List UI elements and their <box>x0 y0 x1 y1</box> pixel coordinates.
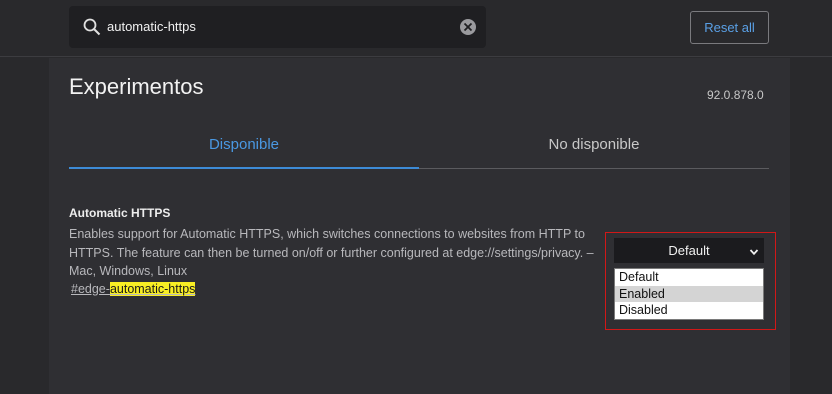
option-enabled[interactable]: Enabled <box>615 285 763 302</box>
tab-unavailable[interactable]: No disponible <box>419 121 769 169</box>
flag-link-prefix: #edge- <box>71 282 110 296</box>
page-title: Experimentos <box>69 74 204 99</box>
search-icon <box>83 18 101 36</box>
top-bar: automatic-https Reset all <box>0 0 832 57</box>
search-input[interactable]: automatic-https <box>107 19 196 34</box>
tab-available[interactable]: Disponible <box>69 121 419 169</box>
search-match-highlight: automatic-https <box>109 282 196 296</box>
flag-name: Automatic HTTPS <box>69 206 171 220</box>
chevron-down-icon <box>749 245 759 256</box>
search-box[interactable]: automatic-https <box>69 6 486 48</box>
clear-search-icon[interactable] <box>459 18 477 36</box>
version-label: 92.0.878.0 <box>707 88 764 102</box>
flag-anchor-link[interactable]: #edge-automatic-https <box>71 282 196 296</box>
option-default[interactable]: Default <box>615 269 763 286</box>
reset-all-button[interactable]: Reset all <box>690 11 769 44</box>
flag-state-select[interactable]: Default <box>614 238 764 263</box>
select-dropdown-list: Default Enabled Disabled <box>614 268 764 320</box>
option-disabled[interactable]: Disabled <box>615 302 763 319</box>
flag-description: Enables support for Automatic HTTPS, whi… <box>69 227 594 278</box>
select-value: Default <box>668 243 710 258</box>
